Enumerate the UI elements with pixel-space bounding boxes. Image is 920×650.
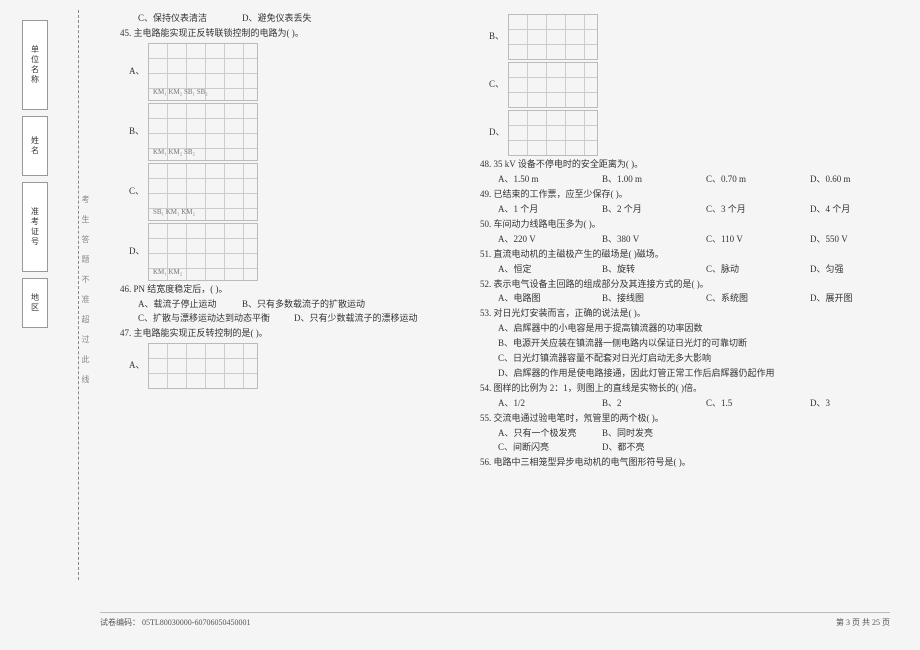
q49-a: A、1 个月: [498, 203, 578, 217]
q51-a: A、恒定: [498, 263, 578, 277]
q46-opt-c: C、扩散与漂移运动达到动态平衡: [138, 312, 270, 326]
binding-sidebar: 单位名称 姓名 准考证号 地区: [0, 0, 70, 650]
q46-opt-b: B、只有多数载流子的扩散运动: [242, 298, 365, 312]
q52-a: A、电路图: [498, 292, 578, 306]
sidebar-box-region: 地区: [22, 278, 48, 328]
q50-c: C、110 V: [706, 233, 786, 247]
q53-a: A、启辉器中的小电容是用于提高镇流器的功率因数: [498, 322, 890, 336]
q50-d: D、550 V: [810, 233, 890, 247]
q48-a: A、1.50 m: [498, 173, 578, 187]
circuit-diagram-47d: D、: [508, 110, 598, 156]
q48-text: 48. 35 kV 设备不停电时的安全距离为( )。: [480, 158, 890, 172]
q54-a: A、1/2: [498, 397, 578, 411]
q51-b: B、旋转: [602, 263, 682, 277]
q51-text: 51. 直流电动机的主磁极产生的磁场是( )磁场。: [480, 248, 890, 262]
left-column: C、保持仪表清洁 D、避免仪表丢失 45. 主电路能实现正反转联锁控制的电路为(…: [110, 12, 470, 638]
q46-opt-d: D、只有少数载流子的漂移运动: [294, 312, 418, 326]
q54-text: 54. 图样的比例为 2：1，则图上的直线是实物长的( )倍。: [480, 382, 890, 396]
circuit-diagram-47b: B、: [508, 14, 598, 60]
q44-opt-d: D、避免仪表丢失: [242, 12, 322, 26]
diagram-45a-components: KM₁ KM₂ SB₁ SB₂: [153, 87, 208, 98]
q50-opts: A、220 V B、380 V C、110 V D、550 V: [498, 233, 890, 247]
q53-text: 53. 对日光灯安装而言，正确的说法是( )。: [480, 307, 890, 321]
q55-d: D、都不亮: [602, 441, 682, 455]
q55-b: B、同时发亮: [602, 427, 682, 441]
q46-opt-a: A、载流子停止运动: [138, 298, 218, 312]
q49-d: D、4 个月: [810, 203, 890, 217]
q54-opts: A、1/2 B、2 C、1.5 D、3: [498, 397, 890, 411]
footer-code-value: 05TL80030000-60706050450001: [142, 618, 250, 627]
q50-a: A、220 V: [498, 233, 578, 247]
q52-text: 52. 表示电气设备主回路的组成部分及其连接方式的是( )。: [480, 278, 890, 292]
q47-text: 47. 主电路能实现正反转控制的是( )。: [120, 327, 460, 341]
q56-text: 56. 电路中三相笼型异步电动机的电气图形符号是( )。: [480, 456, 890, 470]
q50-b: B、380 V: [602, 233, 682, 247]
q54-c: C、1.5: [706, 397, 786, 411]
q51-c: C、脉动: [706, 263, 786, 277]
opt-47b-label: B、: [489, 30, 504, 44]
footer-code-label: 试卷编码：: [100, 618, 140, 627]
q46-row2: C、扩散与漂移运动达到动态平衡 D、只有少数载流子的漂移运动: [138, 312, 460, 326]
diagram-45d-components: KM₁ KM₂: [153, 267, 182, 278]
q49-opts: A、1 个月 B、2 个月 C、3 个月 D、4 个月: [498, 203, 890, 217]
q52-c: C、系统图: [706, 292, 786, 306]
q51-d: D、匀强: [810, 263, 890, 277]
q48-c: C、0.70 m: [706, 173, 786, 187]
cut-line-text: 考生答题不准超过此线: [80, 195, 91, 395]
q55-a: A、只有一个极发亮: [498, 427, 578, 441]
circuit-diagram-45a: A、 KM₁ KM₂ SB₁ SB₂: [148, 43, 258, 101]
opt-47a-label: A、: [129, 359, 145, 373]
q50-text: 50. 车间动力线路电压多为( )。: [480, 218, 890, 232]
q49-b: B、2 个月: [602, 203, 682, 217]
q46-text: 46. PN 结宽度稳定后，( )。: [120, 283, 460, 297]
right-column: B、 C、 D、 48. 35 kV 设备不停电时的安全距离为( )。 A、1.…: [470, 12, 900, 638]
footer-page: 第 3 页 共 25 页: [836, 617, 890, 628]
q46-row1: A、载流子停止运动 B、只有多数载流子的扩散运动: [138, 298, 460, 312]
q55-text: 55. 交流电通过验电笔时，氖管里的两个极( )。: [480, 412, 890, 426]
sidebar-box-unit: 单位名称: [22, 20, 48, 110]
q54-b: B、2: [602, 397, 682, 411]
q55-row1: A、只有一个极发亮 B、同时发亮: [498, 427, 890, 441]
diagram-45c-components: SB₁ KM₁ KM₂: [153, 207, 195, 218]
q52-d: D、展开图: [810, 292, 890, 306]
opt-47d-label: D、: [489, 126, 505, 140]
opt-45d-label: D、: [129, 245, 145, 259]
q48-b: B、1.00 m: [602, 173, 682, 187]
opt-45c-label: C、: [129, 185, 144, 199]
circuit-diagram-45b: B、 KM₁ KM₂ SB₂: [148, 103, 258, 161]
circuit-diagram-45d: D、 KM₁ KM₂: [148, 223, 258, 281]
q44-opt-c: C、保持仪表清洁: [138, 12, 218, 26]
q48-opts: A、1.50 m B、1.00 m C、0.70 m D、0.60 m: [498, 173, 890, 187]
q45-text: 45. 主电路能实现正反转联锁控制的电路为( )。: [120, 27, 460, 41]
opt-47c-label: C、: [489, 78, 504, 92]
cut-line: 考生答题不准超过此线: [78, 10, 90, 580]
opt-45a-label: A、: [129, 65, 145, 79]
q52-b: B、接线图: [602, 292, 682, 306]
q51-opts: A、恒定 B、旋转 C、脉动 D、匀强: [498, 263, 890, 277]
footer-code: 试卷编码： 05TL80030000-60706050450001: [100, 617, 250, 628]
sidebar-box-exam-id: 准考证号: [22, 182, 48, 272]
q53-b: B、电源开关应装在镇流器一侧电路内以保证日光灯的可靠切断: [498, 337, 890, 351]
q49-text: 49. 已结束的工作票，应至少保存( )。: [480, 188, 890, 202]
circuit-diagram-45c: C、 SB₁ KM₁ KM₂: [148, 163, 258, 221]
circuit-diagram-47c: C、: [508, 62, 598, 108]
sidebar-box-name: 姓名: [22, 116, 48, 176]
circuit-diagram-47a: A、: [148, 343, 258, 389]
q55-c: C、间断闪亮: [498, 441, 578, 455]
q49-c: C、3 个月: [706, 203, 786, 217]
q53-c: C、日光灯镇流器容量不配套对日光灯启动无多大影响: [498, 352, 890, 366]
q55-row2: C、间断闪亮 D、都不亮: [498, 441, 890, 455]
opt-45b-label: B、: [129, 125, 144, 139]
diagram-45b-components: KM₁ KM₂ SB₂: [153, 147, 195, 158]
q53-d: D、启辉器的作用是使电路接通，因此灯管正常工作后启辉器仍起作用: [498, 367, 890, 381]
exam-content: C、保持仪表清洁 D、避免仪表丢失 45. 主电路能实现正反转联锁控制的电路为(…: [100, 0, 920, 650]
q44-tail-options: C、保持仪表清洁 D、避免仪表丢失: [138, 12, 460, 26]
q54-d: D、3: [810, 397, 890, 411]
q48-d: D、0.60 m: [810, 173, 890, 187]
page-footer: 试卷编码： 05TL80030000-60706050450001 第 3 页 …: [100, 612, 890, 628]
q52-opts: A、电路图 B、接线图 C、系统图 D、展开图: [498, 292, 890, 306]
